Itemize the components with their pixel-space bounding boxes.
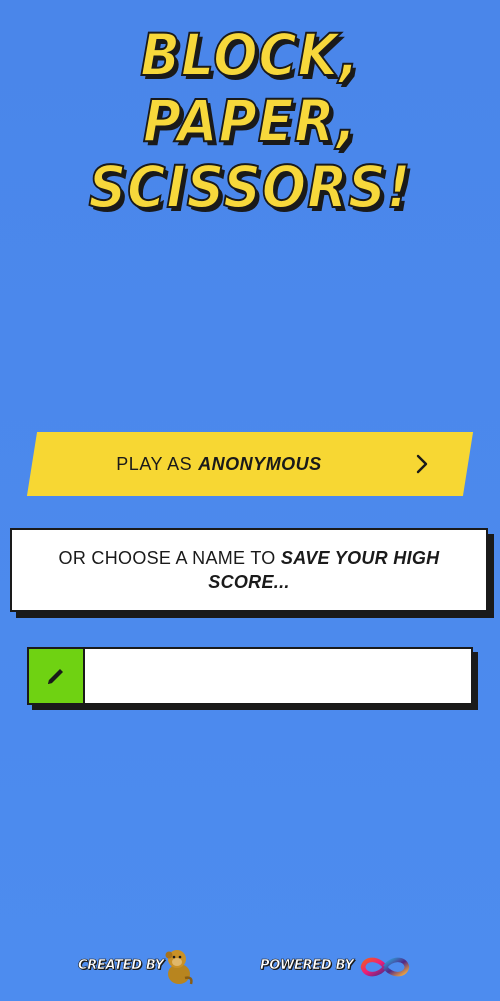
created-by-label: CREATED BY bbox=[78, 958, 165, 974]
monkey-avatar-icon[interactable] bbox=[163, 946, 195, 986]
pencil-icon bbox=[29, 649, 85, 703]
name-prompt: OR CHOOSE A NAME TO SAVE YOUR HIGH SCORE… bbox=[10, 528, 488, 612]
play-button-label: PLAY AS ANONYMOUS bbox=[32, 432, 406, 496]
game-title-line-2: SCISSORS! bbox=[88, 153, 412, 221]
game-title-line-1: BLOCK, PAPER, bbox=[139, 21, 360, 155]
chevron-right-icon bbox=[416, 454, 428, 474]
play-button-emphasis: ANONYMOUS bbox=[198, 453, 322, 474]
powered-by-label: POWERED BY bbox=[260, 958, 355, 974]
name-input[interactable] bbox=[85, 649, 471, 703]
play-anonymous-button[interactable]: PLAY AS ANONYMOUS bbox=[26, 432, 474, 496]
play-button-prefix: PLAY AS bbox=[116, 453, 193, 474]
name-prompt-text: OR CHOOSE A NAME TO bbox=[58, 548, 276, 568]
name-field bbox=[27, 647, 473, 705]
infinity-logo-icon[interactable] bbox=[357, 952, 413, 982]
footer: CREATED BY POWERED BY bbox=[0, 946, 500, 990]
game-title: BLOCK, PAPER, SCISSORS! bbox=[25, 21, 475, 221]
